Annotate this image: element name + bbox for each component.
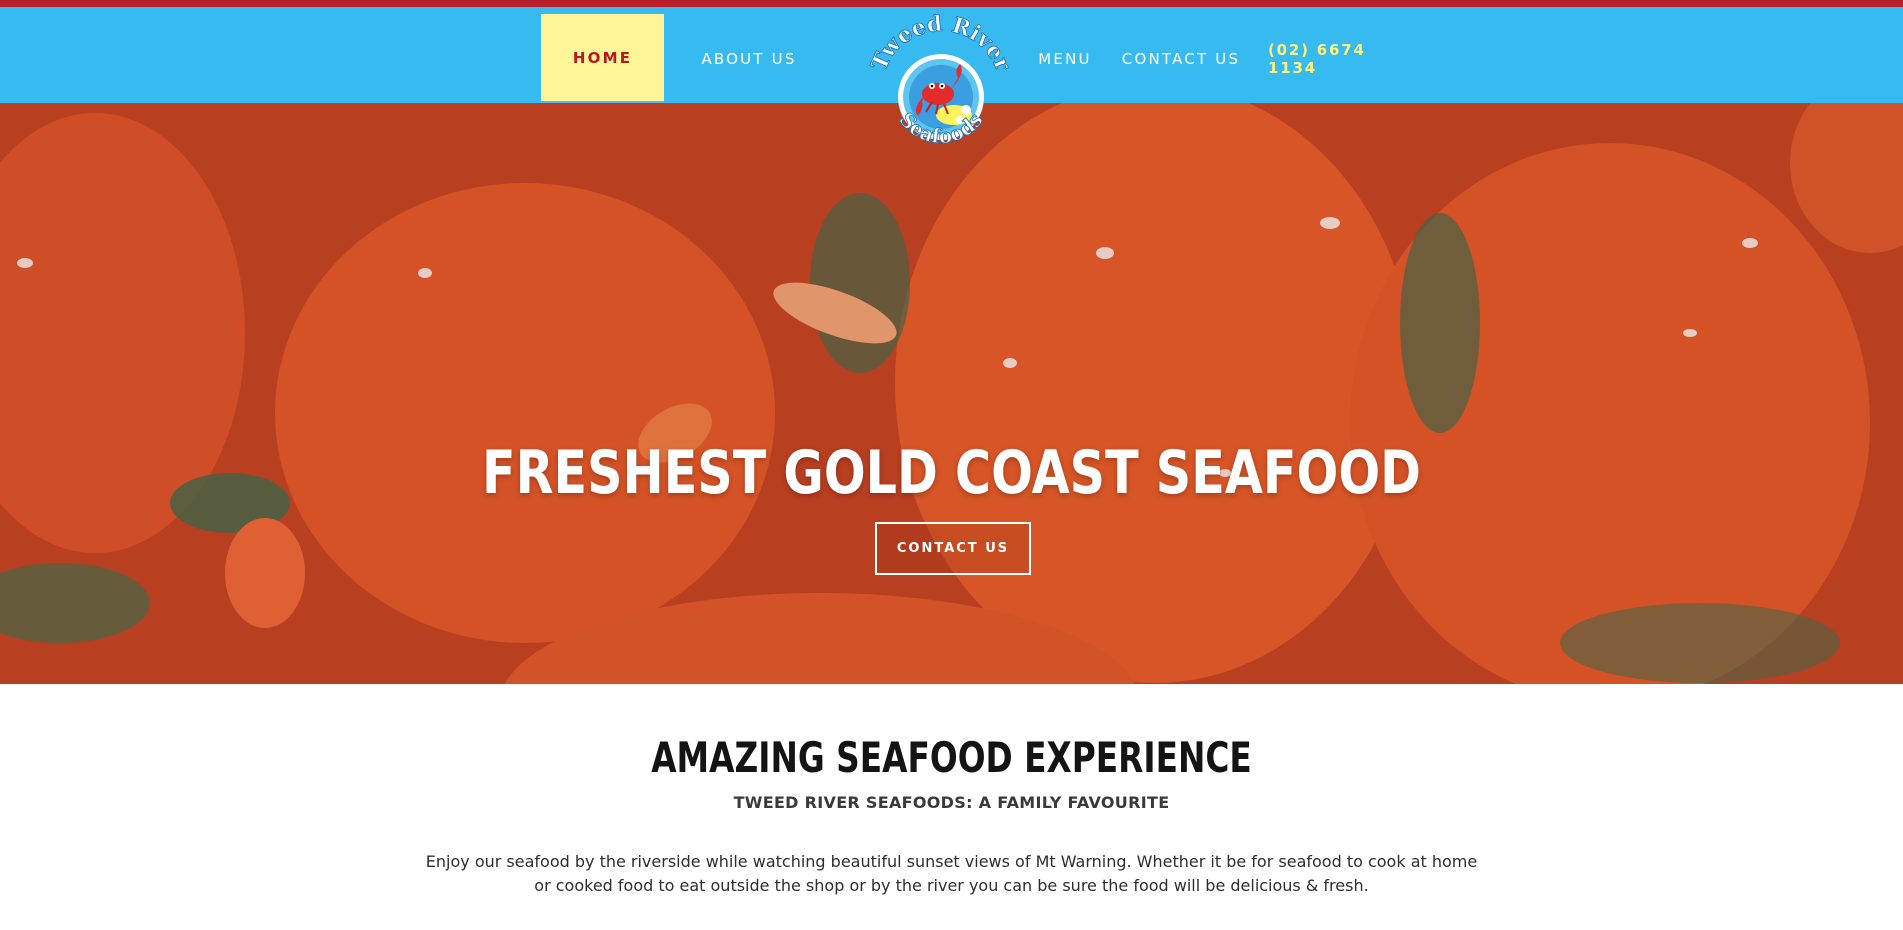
nav-contact-us[interactable]: CONTACT US (1120, 14, 1242, 104)
nav-about-us[interactable]: ABOUT US (692, 14, 806, 104)
nav-phone-number[interactable]: (02) 6674 1134 (1268, 14, 1404, 104)
logo-image: Tweed River Seafoods (866, 10, 1017, 148)
hero-contact-button[interactable]: CONTACT US (875, 522, 1031, 575)
crab-background-image (0, 103, 1903, 684)
tweed-river-seafoods-logo[interactable]: Tweed River Seafoods (866, 10, 1017, 182)
nav-home[interactable]: HOME (541, 14, 664, 104)
intro-title: AMAZING SEAFOOD EXPERIENCE (651, 733, 1252, 782)
nav-menu[interactable]: MENU (1032, 14, 1098, 104)
intro-body-text: Enjoy our seafood by the riverside while… (425, 852, 1478, 895)
hero-title: FRESHEST GOLD COAST SEAFOOD (481, 438, 1422, 508)
intro-subtitle: TWEED RIVER SEAFOODS: A FAMILY FAVOURITE (733, 793, 1170, 812)
hero-banner: FRESHEST GOLD COAST SEAFOOD CONTACT US (0, 103, 1903, 684)
top-accent-stripe (0, 0, 1903, 7)
